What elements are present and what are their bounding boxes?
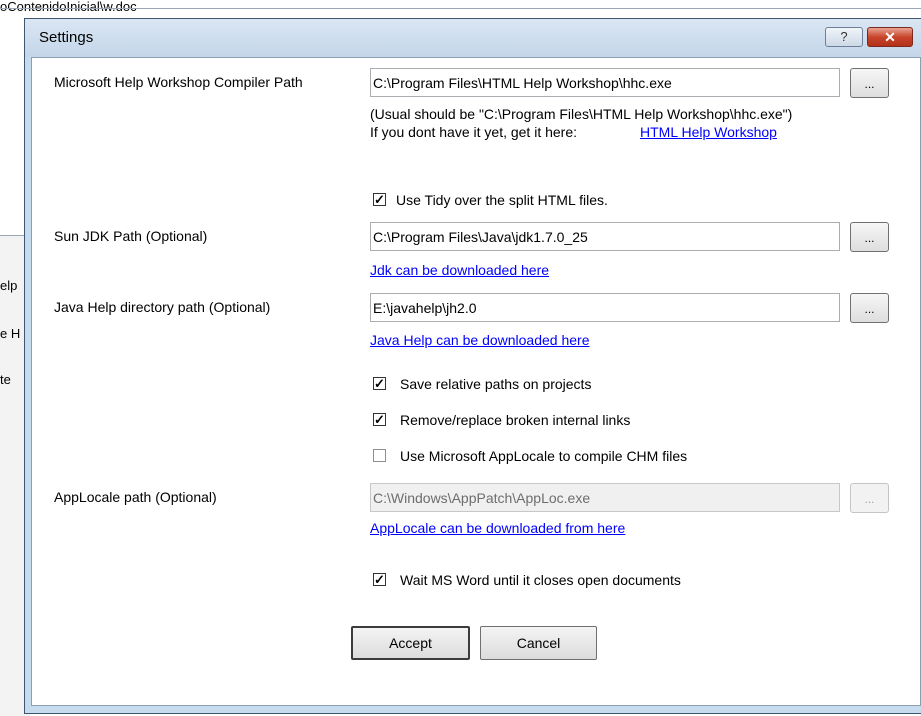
wait-word-checkbox[interactable]: ✓: [373, 573, 386, 586]
java-help-download-link[interactable]: Java Help can be downloaded here: [370, 332, 590, 348]
java-help-path-label: Java Help directory path (Optional): [54, 299, 271, 315]
dialog-content: Microsoft Help Workshop Compiler Path ..…: [31, 57, 921, 706]
help-button[interactable]: ?: [825, 27, 863, 47]
relative-paths-label: Save relative paths on projects: [400, 376, 592, 392]
settings-dialog: Settings ? ✕ Microsoft Help Workshop Com…: [24, 18, 921, 714]
dialog-title: Settings: [39, 29, 94, 46]
applocale-path-label: AppLocale path (Optional): [54, 489, 217, 505]
applocale-path-input: [370, 483, 840, 512]
jdk-download-link[interactable]: Jdk can be downloaded here: [370, 262, 549, 278]
java-help-path-input[interactable]: [370, 293, 840, 322]
background-text-fragment: te: [0, 372, 11, 387]
java-help-browse-button[interactable]: ...: [850, 293, 889, 323]
compiler-download-text: If you dont have it yet, get it here:: [370, 124, 578, 140]
compiler-hint: (Usual should be "C:\Program Files\HTML …: [370, 106, 793, 122]
applocale-download-link[interactable]: AppLocale can be downloaded from here: [370, 520, 625, 536]
wait-word-label: Wait MS Word until it closes open docume…: [400, 572, 681, 588]
jdk-path-input[interactable]: [370, 222, 840, 251]
compiler-browse-button[interactable]: ...: [850, 68, 889, 98]
background-text-fragment: elp: [0, 278, 18, 293]
jdk-path-label: Sun JDK Path (Optional): [54, 228, 208, 244]
compiler-path-input[interactable]: [370, 68, 840, 97]
background-divider: [0, 8, 921, 9]
applocale-label: Use Microsoft AppLocale to compile CHM f…: [400, 448, 688, 464]
close-button[interactable]: ✕: [867, 27, 913, 47]
applocale-checkbox[interactable]: [373, 449, 386, 462]
tidy-checkbox[interactable]: ✓: [373, 193, 386, 206]
cancel-button[interactable]: Cancel: [480, 626, 597, 660]
title-bar[interactable]: Settings ? ✕: [25, 19, 921, 57]
background-window-title: oContenidoInicial\w.doc: [0, 0, 137, 14]
broken-links-label: Remove/replace broken internal links: [400, 412, 631, 428]
accept-button[interactable]: Accept: [351, 626, 470, 660]
jdk-browse-button[interactable]: ...: [850, 222, 889, 252]
compiler-path-label: Microsoft Help Workshop Compiler Path: [54, 74, 303, 90]
tidy-label: Use Tidy over the split HTML files.: [396, 192, 608, 208]
html-help-workshop-link[interactable]: HTML Help Workshop: [640, 124, 777, 140]
broken-links-checkbox[interactable]: ✓: [373, 413, 386, 426]
close-icon: ✕: [884, 29, 896, 45]
relative-paths-checkbox[interactable]: ✓: [373, 377, 386, 390]
background-text-fragment: e H: [0, 326, 21, 341]
applocale-browse-button: ...: [850, 483, 889, 513]
